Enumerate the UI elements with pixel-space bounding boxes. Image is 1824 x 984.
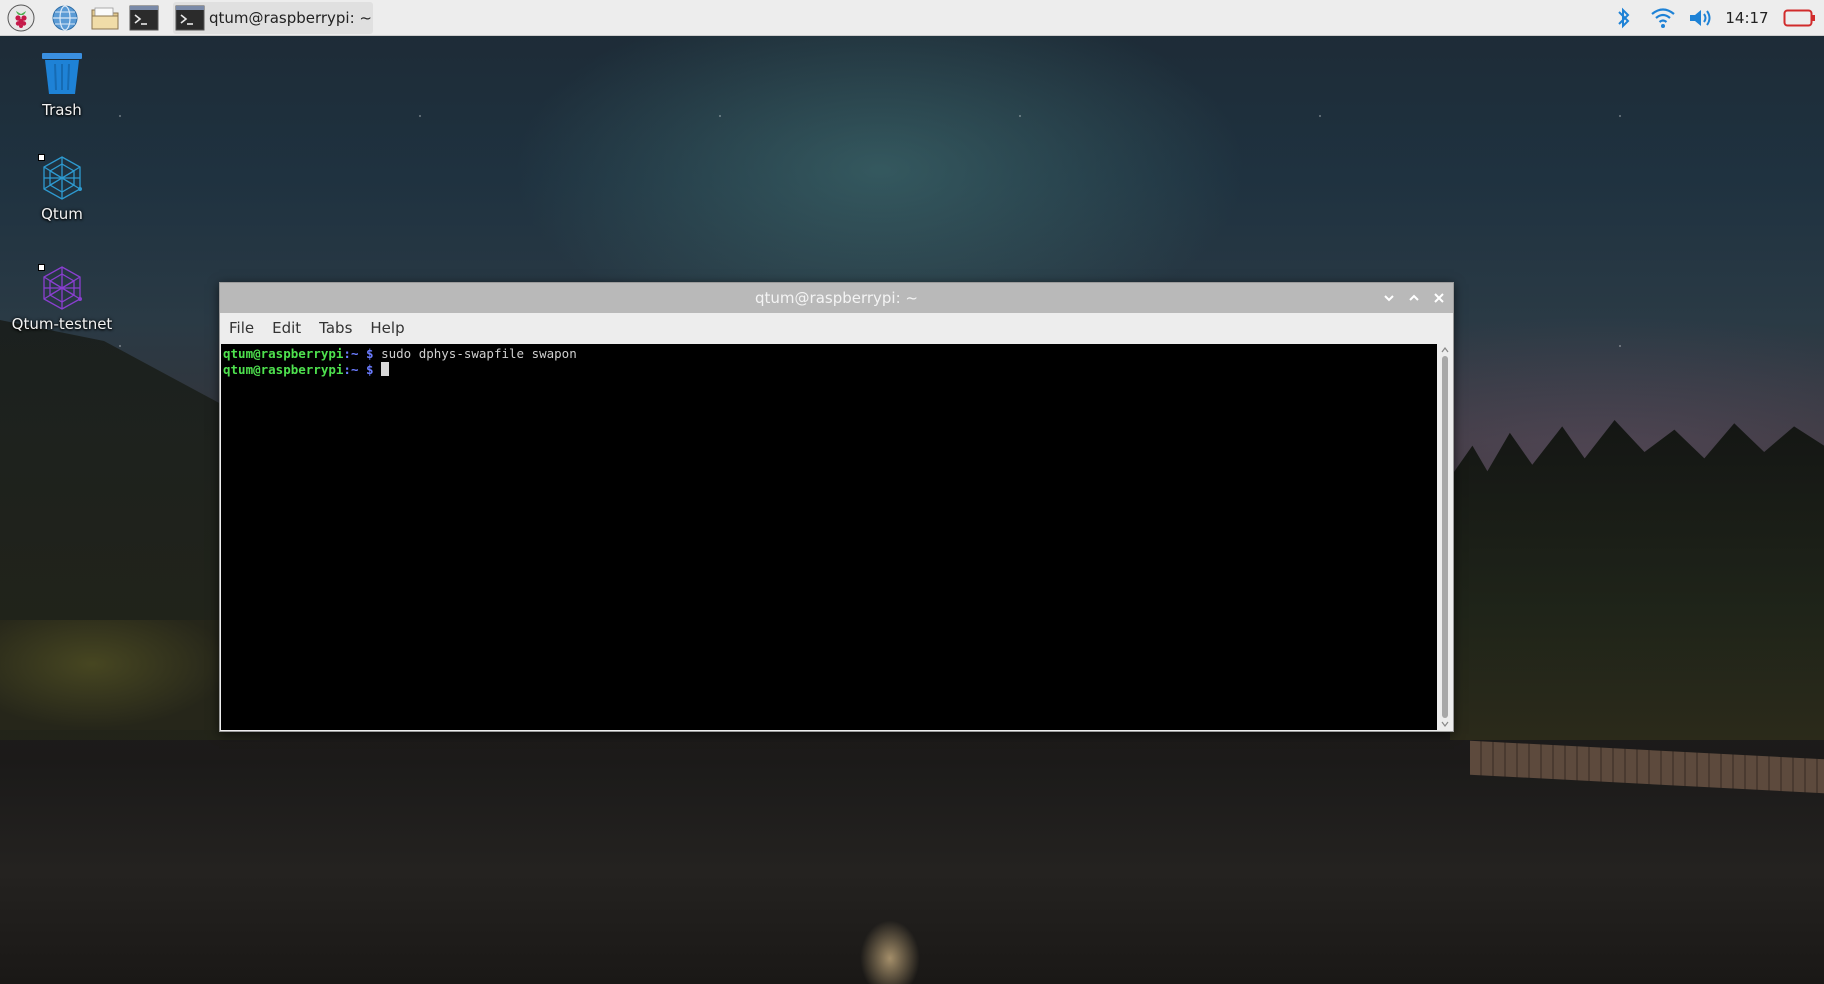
maximize-button[interactable] — [1404, 288, 1424, 308]
terminal-scrollbar[interactable] — [1438, 344, 1452, 730]
trash-icon — [38, 50, 86, 98]
taskbar-task-terminal[interactable]: qtum@raspberrypi: ~ — [173, 2, 373, 34]
window-title: qtum@raspberrypi: ~ — [755, 289, 918, 307]
window-titlebar[interactable]: qtum@raspberrypi: ~ — [220, 283, 1453, 313]
taskbar-task-label: qtum@raspberrypi: ~ — [209, 9, 372, 27]
minimize-button[interactable] — [1379, 288, 1399, 308]
chevron-up-icon — [1409, 294, 1419, 301]
command-text: sudo dphys-swapfile swapon — [381, 346, 577, 361]
shortcut-arrow-icon — [38, 264, 45, 271]
volume-icon[interactable] — [1686, 0, 1716, 36]
desktop-icon-label: Trash — [42, 101, 82, 119]
menu-file[interactable]: File — [220, 313, 263, 343]
desktop-icon-label: Qtum-testnet — [11, 315, 113, 333]
wallpaper-trees — [1450, 420, 1824, 740]
bluetooth-icon[interactable] — [1612, 0, 1636, 36]
prompt-user: qtum@raspberrypi — [223, 362, 344, 377]
terminal-cursor — [381, 362, 390, 376]
prompt-separator: : — [343, 346, 351, 361]
wifi-icon[interactable] — [1648, 0, 1678, 36]
raspberry-menu-icon[interactable] — [6, 3, 36, 33]
menu-tabs[interactable]: Tabs — [310, 313, 361, 343]
web-browser-icon[interactable] — [50, 3, 80, 33]
menu-bar: File Edit Tabs Help — [220, 313, 1453, 343]
wallpaper-grass — [0, 620, 230, 730]
chevron-down-icon — [1384, 295, 1394, 302]
prompt-separator: : — [343, 362, 351, 377]
close-icon — [1434, 293, 1444, 303]
terminal-output[interactable]: qtum@raspberrypi:~ $ sudo dphys-swapfile… — [221, 344, 1437, 730]
terminal-icon — [175, 5, 205, 31]
wallpaper-reflection — [860, 920, 920, 984]
desktop-icon-qtum-testnet[interactable]: Qtum-testnet — [7, 264, 117, 333]
prompt-symbol: $ — [358, 346, 382, 361]
clock[interactable]: 14:17 — [1722, 0, 1772, 36]
prompt-user: qtum@raspberrypi — [223, 346, 344, 361]
clock-time: 14:17 — [1725, 9, 1769, 27]
terminal-icon[interactable] — [129, 3, 159, 33]
scroll-up-icon[interactable] — [1441, 346, 1449, 354]
menu-edit[interactable]: Edit — [263, 313, 310, 343]
terminal-window: qtum@raspberrypi: ~ File Edit Tabs Help … — [219, 282, 1454, 732]
file-manager-icon[interactable] — [90, 3, 120, 33]
menu-help[interactable]: Help — [361, 313, 413, 343]
shortcut-arrow-icon — [38, 154, 45, 161]
qtum-icon — [38, 154, 86, 202]
prompt-symbol: $ — [358, 362, 382, 377]
desktop-icon-label: Qtum — [41, 205, 83, 223]
terminal-line: qtum@raspberrypi:~ $ — [223, 362, 1437, 378]
desktop-icon-trash[interactable]: Trash — [7, 50, 117, 119]
close-button[interactable] — [1429, 288, 1449, 308]
battery-icon[interactable] — [1780, 0, 1820, 36]
taskbar: qtum@raspberrypi: ~ 14:17 — [0, 0, 1824, 36]
scrollbar-thumb[interactable] — [1442, 356, 1448, 718]
qtum-testnet-icon — [38, 264, 86, 312]
terminal-line: qtum@raspberrypi:~ $ sudo dphys-swapfile… — [223, 346, 1437, 362]
scroll-down-icon[interactable] — [1441, 720, 1449, 728]
desktop-icon-qtum[interactable]: Qtum — [7, 154, 117, 223]
